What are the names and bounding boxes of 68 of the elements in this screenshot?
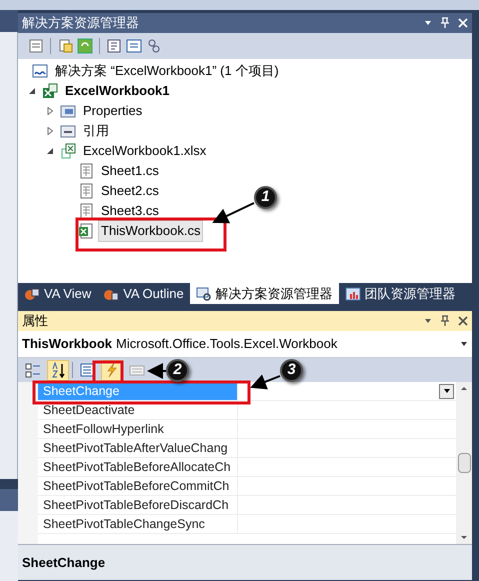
code-icon[interactable] (106, 38, 122, 54)
sheet-file-icon (78, 183, 94, 199)
dropdown-icon[interactable] (460, 341, 468, 347)
dropdown-icon[interactable] (424, 19, 432, 27)
event-name[interactable]: SheetPivotTableBeforeDiscardCh (38, 496, 238, 514)
object-selector[interactable]: ThisWorkbook Microsoft.Office.Tools.Excel.Workbook (18, 331, 472, 358)
tree-item[interactable]: ThisWorkbook.cs (98, 220, 204, 242)
scroll-thumb[interactable] (458, 453, 470, 473)
excel-file-icon (78, 223, 94, 239)
tree-item[interactable]: 引用 (80, 120, 112, 142)
tree-item[interactable]: ExcelWorkbook1.xlsx (80, 140, 210, 162)
event-name[interactable]: SheetPivotTableChangeSync (38, 515, 238, 533)
refresh-icon[interactable] (77, 38, 93, 54)
list-icon (79, 362, 95, 378)
sheet-file-icon (78, 163, 94, 179)
tree-item[interactable]: Sheet2.cs (98, 180, 162, 202)
va-view-icon (24, 286, 40, 302)
properties-icon[interactable] (28, 38, 44, 54)
tree-item[interactable]: Properties (80, 100, 146, 122)
sort-icon (50, 362, 66, 378)
dropdown-icon (442, 388, 450, 394)
collapsed-icon[interactable] (46, 127, 54, 135)
side-title-bar (0, 10, 18, 32)
dropdown-icon[interactable] (424, 317, 432, 325)
pointer-arrow (212, 202, 254, 224)
side-title-bar (0, 489, 18, 511)
pointer-arrow (250, 374, 280, 390)
tree-item[interactable]: ExcelWorkbook1 (62, 80, 173, 102)
team-explorer-icon (344, 286, 361, 302)
event-name[interactable]: SheetPivotTableBeforeAllocateCh (38, 458, 238, 476)
expanded-icon[interactable] (28, 87, 36, 95)
references-icon (60, 123, 76, 139)
event-name[interactable]: SheetDeactivate (38, 401, 238, 419)
scroll-down-icon[interactable] (460, 535, 468, 540)
object-name: ThisWorkbook (22, 335, 112, 354)
tree-item[interactable]: Sheet1.cs (98, 160, 162, 182)
description-title: SheetChange (22, 555, 106, 570)
collapsed-icon[interactable] (46, 107, 54, 115)
object-type: Microsoft.Office.Tools.Excel.Workbook (116, 335, 338, 354)
tree-item[interactable]: 解决方案 “ExcelWorkbook1” (1 个项目) (52, 60, 282, 82)
sheet-file-icon (78, 203, 94, 219)
solution-icon (32, 63, 48, 79)
panel-title: 属性 (22, 312, 48, 330)
panel-title: 解决方案资源管理器 (22, 14, 139, 32)
event-name[interactable]: SheetPivotTableAfterValueChang (38, 439, 238, 457)
designer-icon[interactable] (126, 38, 142, 54)
class-diagram-icon[interactable] (146, 38, 162, 54)
event-name[interactable]: SheetPivotTableBeforeCommitCh (38, 477, 238, 495)
show-files-icon[interactable] (57, 38, 73, 54)
sort-button[interactable] (47, 360, 69, 380)
event-name[interactable]: SheetFollowHyperlink (38, 420, 238, 438)
solution-explorer-icon (196, 286, 212, 302)
close-icon[interactable] (458, 316, 468, 326)
excel-project-icon (42, 83, 58, 99)
folder-icon (60, 103, 76, 119)
tab[interactable]: VA View (18, 283, 98, 304)
workbook-icon (60, 143, 76, 159)
pin-icon[interactable] (440, 315, 450, 327)
tab[interactable]: 解决方案资源管理器 (190, 283, 339, 304)
dropdown-button[interactable] (439, 384, 454, 398)
scroll-up-icon[interactable] (460, 386, 468, 391)
categorized-icon (25, 362, 41, 378)
expanded-icon[interactable] (46, 147, 54, 155)
tree-item[interactable]: Sheet3.cs (98, 200, 162, 222)
tab[interactable]: 团队资源管理器 (338, 283, 462, 304)
pointer-arrow (147, 363, 166, 379)
scrollbar[interactable] (456, 382, 472, 544)
tab[interactable]: VA Outline (97, 283, 190, 304)
